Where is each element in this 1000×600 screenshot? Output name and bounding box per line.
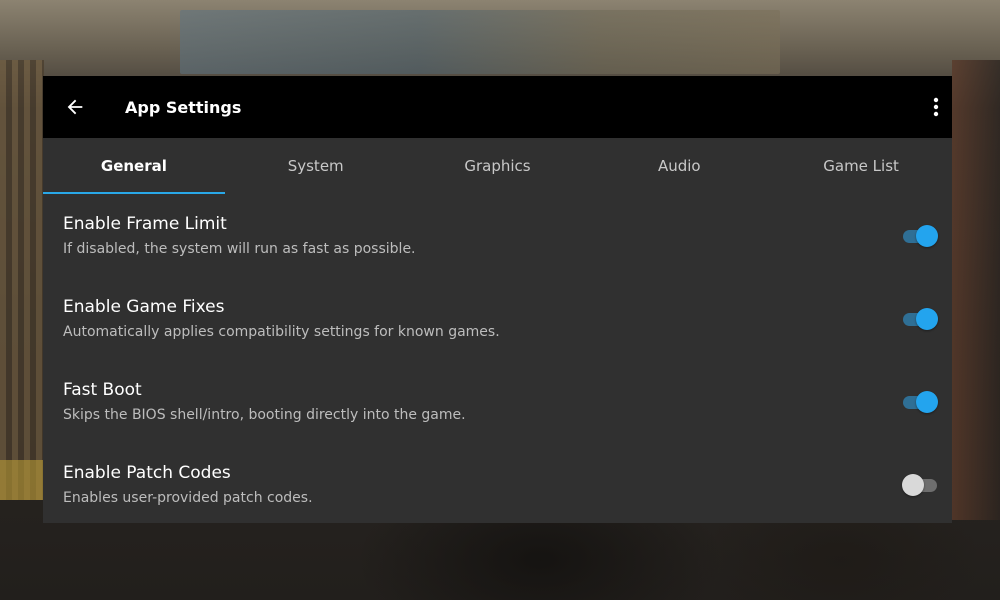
setting-title: Enable Game Fixes — [63, 297, 225, 317]
page-title: App Settings — [125, 97, 242, 117]
tab-label: General — [100, 157, 167, 175]
setting-enable-patch-codes[interactable]: Enable Patch Codes Enables user-provided… — [43, 443, 952, 523]
app-bar: App Settings — [43, 76, 952, 138]
setting-enable-game-fixes[interactable]: Enable Game Fixes Automatically applies … — [43, 277, 952, 360]
background-left-detail-yellow — [0, 460, 44, 500]
setting-title: Fast Boot — [63, 380, 142, 400]
toggle-thumb — [916, 308, 938, 330]
setting-title: Enable Patch Codes — [63, 463, 231, 483]
toggle-thumb — [916, 225, 938, 247]
toggle-thumb — [902, 474, 924, 496]
tab-label: Audio — [657, 157, 701, 175]
settings-panel: App Settings General System Graphics Aud… — [43, 76, 952, 523]
setting-fast-boot[interactable]: Fast Boot Skips the BIOS shell/intro, bo… — [43, 360, 952, 443]
more-vert-icon — [933, 97, 939, 117]
setting-enable-frame-limit[interactable]: Enable Frame Limit If disabled, the syst… — [43, 194, 952, 277]
setting-description: Enables user-provided patch codes. — [63, 490, 313, 506]
tab-graphics[interactable]: Graphics — [407, 138, 589, 194]
back-button[interactable] — [43, 76, 107, 138]
tab-audio[interactable]: Audio — [588, 138, 770, 194]
background-right-detail — [952, 60, 1000, 520]
overflow-menu-button[interactable] — [922, 76, 950, 138]
background-containers — [180, 10, 780, 74]
setting-title: Enable Frame Limit — [63, 214, 227, 234]
tab-label: Graphics — [464, 157, 531, 175]
setting-description: Skips the BIOS shell/intro, booting dire… — [63, 407, 466, 423]
game-fixes-toggle[interactable] — [901, 307, 939, 331]
tab-label: Game List — [823, 157, 899, 175]
toggle-thumb — [916, 391, 938, 413]
tab-system[interactable]: System — [225, 138, 407, 194]
arrow-left-icon — [67, 99, 83, 115]
tab-general[interactable]: General — [43, 138, 225, 194]
setting-description: Automatically applies compatibility sett… — [63, 324, 500, 340]
background-left-detail — [0, 60, 44, 500]
tab-bar: General System Graphics Audio Game List — [43, 138, 952, 194]
setting-description: If disabled, the system will run as fast… — [63, 241, 416, 257]
tab-game-list[interactable]: Game List — [770, 138, 952, 194]
settings-list: Enable Frame Limit If disabled, the syst… — [43, 194, 952, 523]
patch-codes-toggle[interactable] — [901, 473, 939, 497]
fast-boot-toggle[interactable] — [901, 390, 939, 414]
tab-label: System — [287, 157, 344, 175]
frame-limit-toggle[interactable] — [901, 224, 939, 248]
